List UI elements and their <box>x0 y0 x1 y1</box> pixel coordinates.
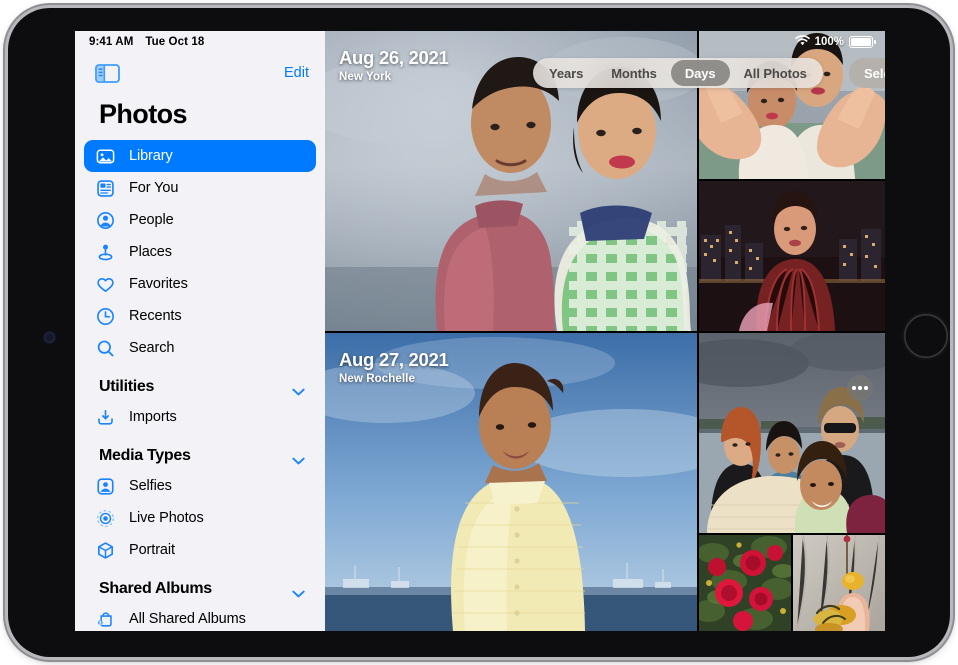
sidebar-item-portrait[interactable]: Portrait <box>84 534 316 566</box>
day-group-aug-27: Aug 27, 2021 New Rochelle <box>325 333 885 631</box>
sidebar-item-all-shared-albums[interactable]: All Shared Albums <box>84 603 316 631</box>
home-button[interactable] <box>904 314 948 358</box>
sidebar-item-label: Portrait <box>129 542 175 558</box>
segment-years[interactable]: Years <box>535 60 597 86</box>
edit-button[interactable]: Edit <box>284 65 309 81</box>
sidebar-item-label: Recents <box>129 308 182 324</box>
ipad-device-frame: 9:41 AM Tue Oct 18 Edit Photos <box>8 8 950 657</box>
for-you-icon <box>95 178 116 199</box>
segment-days[interactable]: Days <box>671 60 730 86</box>
section-title: Utilities <box>99 378 154 396</box>
live-photos-icon <box>95 508 116 529</box>
photo-tile-red-roses[interactable] <box>699 535 791 631</box>
sidebar-item-places[interactable]: Places <box>84 236 316 268</box>
sidebar-item-live-photos[interactable]: Live Photos <box>84 502 316 534</box>
clock-icon <box>95 306 116 327</box>
status-bar-left: 9:41 AM Tue Oct 18 <box>75 31 325 53</box>
heart-icon <box>95 274 116 295</box>
sidebar-media-types-list: Selfies Live Photos <box>75 470 325 566</box>
section-header-utilities[interactable]: Utilities <box>75 364 325 401</box>
timeline-segmented-control[interactable]: Years Months Days All Photos <box>533 58 823 88</box>
wifi-icon <box>795 35 810 49</box>
search-icon <box>95 338 116 359</box>
sidebar-item-imports[interactable]: Imports <box>84 401 316 433</box>
battery-percent-label: 100% <box>815 36 844 48</box>
photos-grid-area: Aug 26, 2021 New York <box>325 31 885 631</box>
front-camera <box>44 332 55 343</box>
tile-more-button[interactable] <box>847 375 873 401</box>
sidebar-item-label: All Shared Albums <box>129 611 246 627</box>
sidebar-item-favorites[interactable]: Favorites <box>84 268 316 300</box>
page-title: Photos <box>75 93 325 140</box>
select-button[interactable]: Select <box>849 58 885 88</box>
sidebar-item-label: People <box>129 212 174 228</box>
sidebar-item-label: Library <box>129 148 173 164</box>
portrait-cube-icon <box>95 540 116 561</box>
import-icon <box>95 407 116 428</box>
photos-library-icon <box>95 146 116 167</box>
sidebar-item-selfies[interactable]: Selfies <box>84 470 316 502</box>
segment-all-photos[interactable]: All Photos <box>730 60 821 86</box>
chevron-down-icon[interactable] <box>292 585 305 593</box>
sidebar-item-label: Places <box>129 244 172 260</box>
shared-album-icon <box>95 609 116 630</box>
photo-tile-still-life-fruit[interactable] <box>793 535 885 631</box>
sidebar-item-label: For You <box>129 180 178 196</box>
sidebar-item-library[interactable]: Library <box>84 140 316 172</box>
sidebar-utilities-list: Imports <box>75 401 325 433</box>
photo-tile-group-lake[interactable] <box>699 333 885 533</box>
sidebar-item-for-you[interactable]: For You <box>84 172 316 204</box>
photos-sidebar: 9:41 AM Tue Oct 18 Edit Photos <box>75 31 325 631</box>
photo-tile-night-city[interactable] <box>699 181 885 331</box>
section-title: Media Types <box>99 447 191 465</box>
sidebar-item-label: Search <box>129 340 174 356</box>
sidebar-shared-albums-list: All Shared Albums New Shared Album <box>75 603 325 631</box>
sidebar-item-label: Live Photos <box>129 510 204 526</box>
section-header-media-types[interactable]: Media Types <box>75 433 325 470</box>
ipad-screen: 9:41 AM Tue Oct 18 Edit Photos <box>75 31 885 631</box>
segment-months[interactable]: Months <box>597 60 671 86</box>
status-time: 9:41 AM <box>89 36 133 48</box>
battery-icon <box>849 36 873 48</box>
chevron-down-icon[interactable] <box>292 383 305 391</box>
sidebar-item-label: Selfies <box>129 478 172 494</box>
selfies-icon <box>95 476 116 497</box>
sidebar-toggle-icon[interactable] <box>95 64 120 83</box>
photo-tile-friends-hand[interactable] <box>699 31 885 179</box>
sidebar-item-label: Imports <box>129 409 177 425</box>
sidebar-item-recents[interactable]: Recents <box>84 300 316 332</box>
section-header-shared-albums[interactable]: Shared Albums <box>75 566 325 603</box>
sidebar-item-people[interactable]: People <box>84 204 316 236</box>
status-date: Tue Oct 18 <box>145 36 204 48</box>
sidebar-item-search[interactable]: Search <box>84 332 316 364</box>
chevron-down-icon[interactable] <box>292 452 305 460</box>
people-icon <box>95 210 116 231</box>
photo-tile-woman-yellow-dress[interactable]: Aug 27, 2021 New Rochelle <box>325 333 697 631</box>
status-bar-right: 100% <box>795 35 873 49</box>
more-ellipsis-icon <box>852 386 868 390</box>
section-title: Shared Albums <box>99 580 212 598</box>
places-pin-icon <box>95 242 116 263</box>
sidebar-primary-list: Library For You <box>75 140 325 364</box>
sidebar-item-label: Favorites <box>129 276 188 292</box>
sidebar-header: Edit <box>75 53 325 93</box>
